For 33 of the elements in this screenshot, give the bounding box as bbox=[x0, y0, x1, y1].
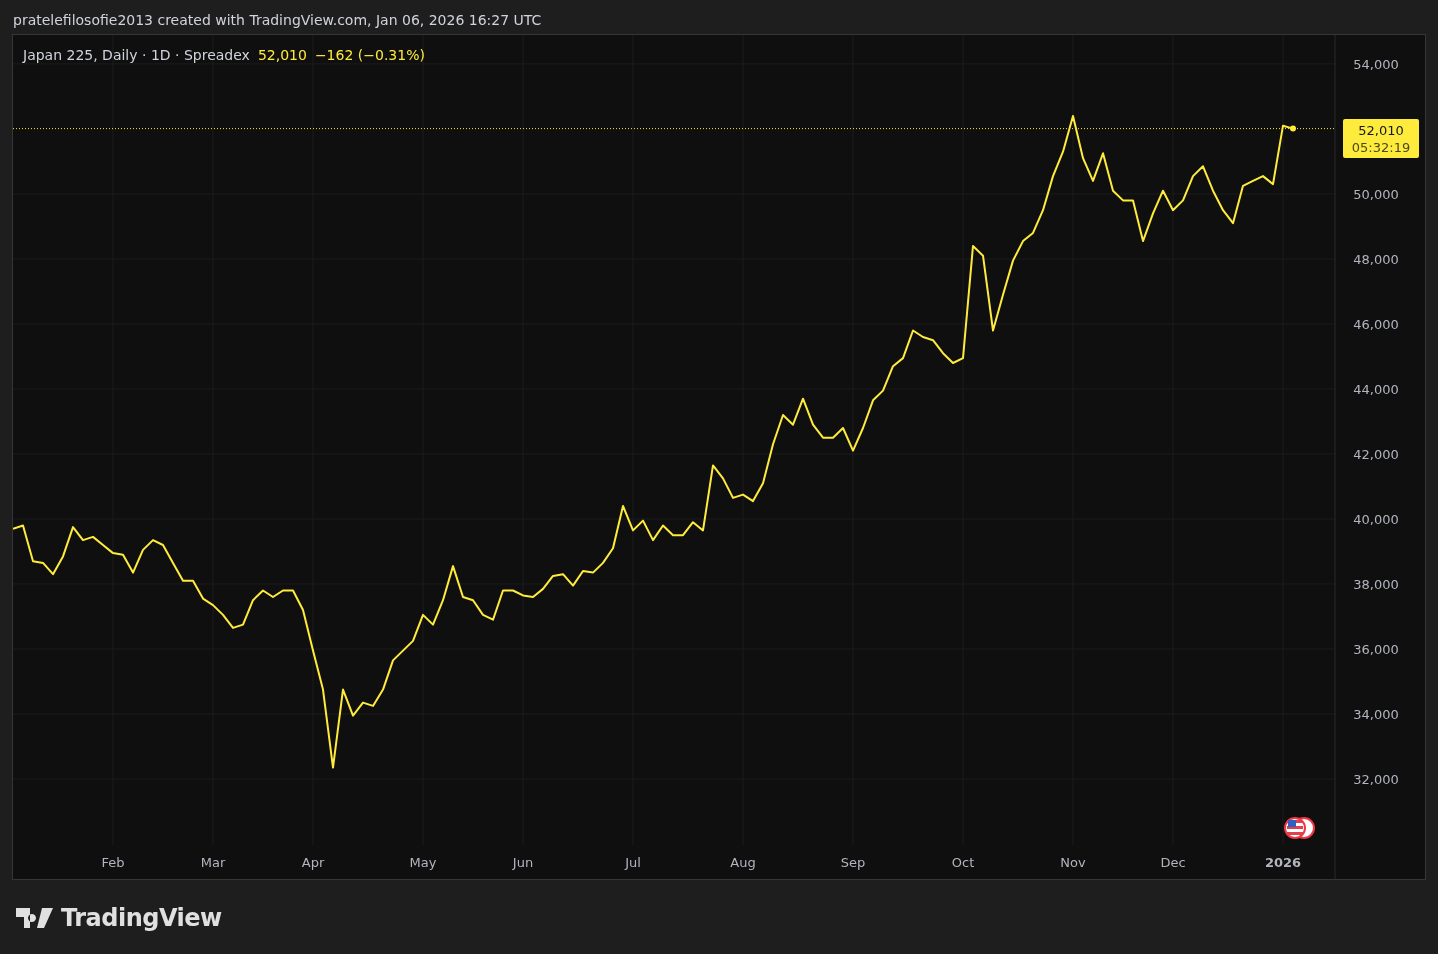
flag-icon bbox=[1284, 817, 1315, 839]
price-axis-label: 38,000 bbox=[1353, 577, 1399, 592]
time-axis-label: Sep bbox=[840, 855, 866, 870]
time-axis-label: Jun bbox=[512, 855, 534, 870]
price-change: −162 (−0.31%) bbox=[314, 46, 425, 65]
last-price-text: 52,010 bbox=[1358, 121, 1404, 139]
price-axis-label: 44,000 bbox=[1353, 381, 1399, 397]
symbol-label: Japan 225, Daily · 1D · Spreadex bbox=[23, 46, 250, 65]
price-axis-label: 32,000 bbox=[1353, 772, 1399, 787]
countdown-text: 05:32:19 bbox=[1351, 138, 1411, 156]
price-axis-label: 36,000 bbox=[1353, 642, 1399, 657]
logo-icon bbox=[16, 908, 53, 928]
time-axis-label: Feb bbox=[101, 855, 125, 870]
time-axis-label: Apr bbox=[301, 855, 325, 870]
price-axis-label: 42,000 bbox=[1353, 447, 1399, 462]
brand-name: TradingView bbox=[61, 903, 222, 934]
time-axis-label: Dec bbox=[1160, 855, 1186, 870]
time-axis-label: Oct bbox=[951, 855, 975, 870]
time-axis-label: 2026 bbox=[1264, 855, 1302, 870]
last-price-dot bbox=[1290, 125, 1296, 132]
price-axis-label: 50,000 bbox=[1353, 186, 1399, 202]
price-axis-label: 48,000 bbox=[1353, 251, 1399, 267]
price-axis-label: 54,000 bbox=[1353, 56, 1399, 72]
time-axis-label: Mar bbox=[200, 855, 226, 870]
time-axis-label: Jul bbox=[625, 855, 641, 870]
price-value: 52,010 bbox=[257, 46, 307, 65]
price-axis-label: 40,000 bbox=[1353, 512, 1399, 527]
time-axis-label: Nov bbox=[1060, 855, 1086, 870]
price-axis-label: 46,000 bbox=[1353, 316, 1399, 332]
time-axis-label: May bbox=[409, 855, 437, 870]
price-axis-label: 34,000 bbox=[1353, 707, 1399, 722]
attribution-text: pratelefilosofie2013 created with TradingView.com, Jan 06, 2026 16:27 UTC bbox=[13, 11, 542, 30]
time-axis-label: Aug bbox=[730, 855, 756, 870]
